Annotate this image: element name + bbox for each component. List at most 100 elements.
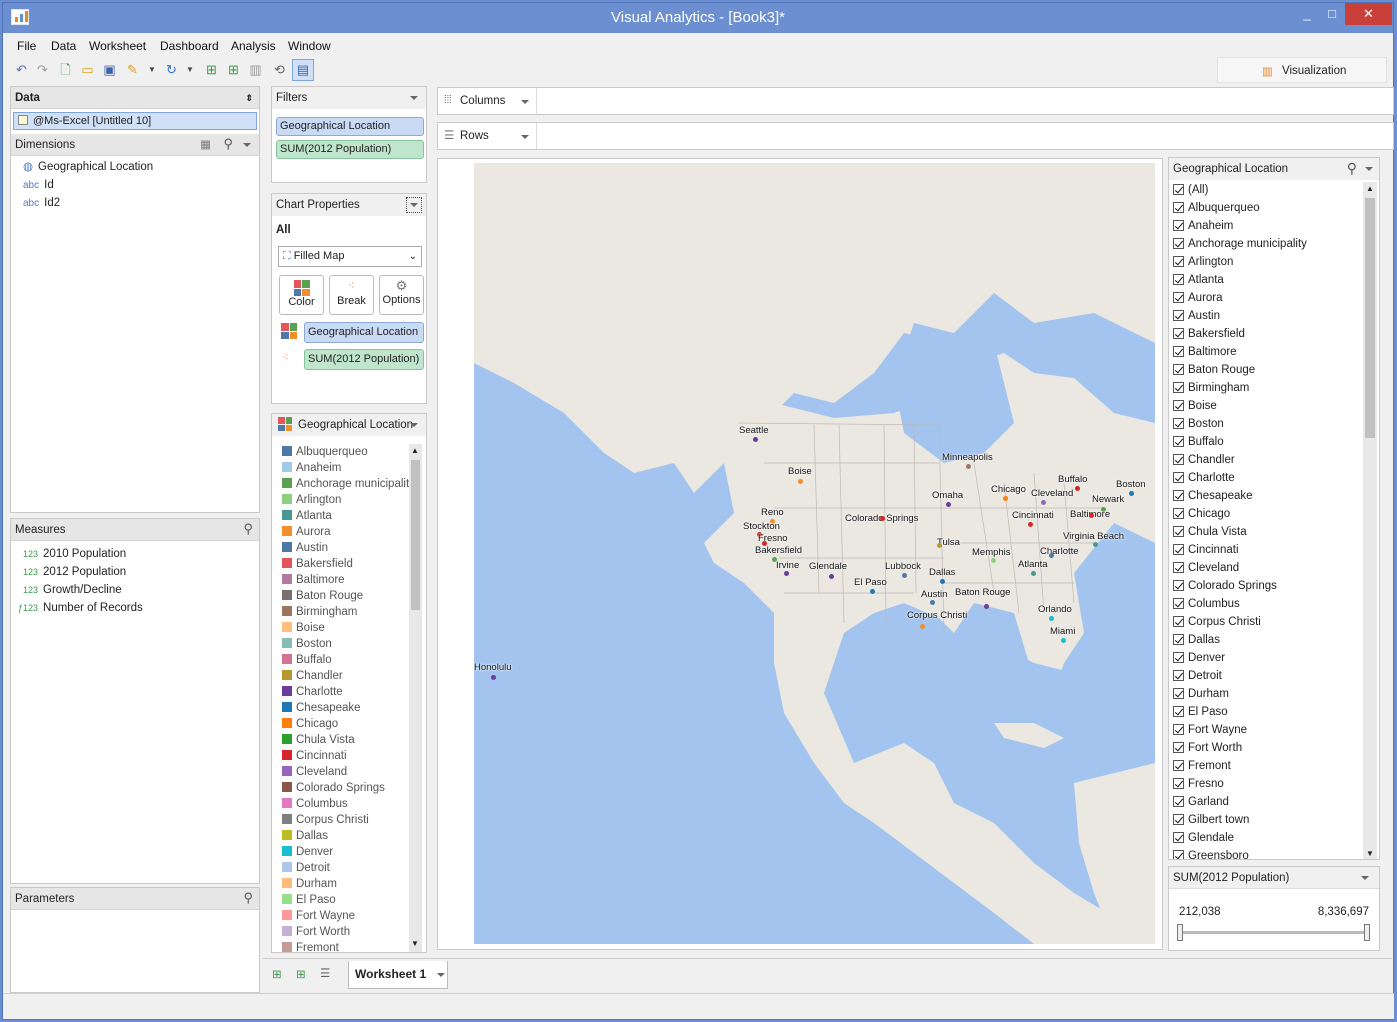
columns-shelf[interactable]: ⦙⦙⦙ Columns <box>437 87 1394 115</box>
filters-dropdown-icon[interactable] <box>410 96 418 100</box>
checkbox-checked-icon[interactable] <box>1173 634 1184 645</box>
filter-checkbox-item[interactable]: Durham <box>1173 685 1229 703</box>
filter-checkbox-item[interactable]: Fort Wayne <box>1173 721 1247 739</box>
show-data-icon[interactable]: ▤ <box>292 59 314 81</box>
filter-checkbox-item[interactable]: Atlanta <box>1173 271 1224 289</box>
menu-data[interactable]: Data <box>51 39 76 53</box>
legend-item[interactable]: Fremont <box>282 940 339 952</box>
tab-worksheet-1[interactable]: Worksheet 1 <box>348 961 448 989</box>
checkbox-checked-icon[interactable] <box>1173 760 1184 771</box>
legend-item[interactable]: Corpus Christi <box>282 812 369 828</box>
measure-item[interactable]: 123 2010 Population <box>23 545 126 563</box>
filter-pill-geo[interactable]: Geographical Location <box>276 117 424 136</box>
legend-item[interactable]: Chandler <box>282 668 343 684</box>
checkbox-checked-icon[interactable] <box>1173 292 1184 303</box>
new-dashboard-icon[interactable]: ⊞ <box>296 967 306 981</box>
checkbox-checked-icon[interactable] <box>1173 598 1184 609</box>
columns-dropdown-icon[interactable] <box>521 100 529 104</box>
geo-filter-scroll-thumb[interactable] <box>1365 198 1375 438</box>
refresh-icon[interactable]: ↻ <box>163 61 180 78</box>
filter-checkbox-item[interactable]: Cleveland <box>1173 559 1239 577</box>
legend-item[interactable]: Charlotte <box>282 684 343 700</box>
filter-checkbox-item[interactable]: Garland <box>1173 793 1229 811</box>
legend-item[interactable]: Boise <box>282 620 325 636</box>
city-marker[interactable] <box>798 479 803 484</box>
open-folder-icon[interactable]: ▭ <box>79 61 96 78</box>
measure-item[interactable]: 123 2012 Population <box>23 563 126 581</box>
checkbox-checked-icon[interactable] <box>1173 814 1184 825</box>
scroll-down-icon[interactable]: ▼ <box>411 939 419 948</box>
filter-checkbox-item[interactable]: Gilbert town <box>1173 811 1249 829</box>
break-button[interactable]: ⁖ Break <box>329 275 374 315</box>
city-marker[interactable] <box>946 502 951 507</box>
city-marker[interactable] <box>1089 513 1094 518</box>
filter-checkbox-item[interactable]: Fresno <box>1173 775 1224 793</box>
filter-checkbox-item[interactable]: Birmingham <box>1173 379 1249 397</box>
legend-scrollbar[interactable]: ▲ ▼ <box>409 444 422 952</box>
checkbox-checked-icon[interactable] <box>1173 688 1184 699</box>
legend-item[interactable]: Chesapeake <box>282 700 361 716</box>
checkbox-checked-icon[interactable] <box>1173 346 1184 357</box>
legend-dropdown-icon[interactable] <box>410 423 418 427</box>
filter-checkbox-item[interactable]: Chandler <box>1173 451 1235 469</box>
checkbox-checked-icon[interactable] <box>1173 256 1184 267</box>
legend-item[interactable]: Fort Wayne <box>282 908 355 924</box>
filter-checkbox-item[interactable]: Chicago <box>1173 505 1230 523</box>
color-button[interactable]: Color <box>279 275 324 315</box>
rows-dropdown-icon[interactable] <box>521 135 529 139</box>
checkbox-checked-icon[interactable] <box>1173 796 1184 807</box>
city-marker[interactable] <box>1075 486 1080 491</box>
filter-checkbox-item[interactable]: Greensboro <box>1173 847 1249 859</box>
menu-analysis[interactable]: Analysis <box>231 39 276 53</box>
wizard-icon[interactable]: ✎ <box>124 61 141 78</box>
tab-dropdown-icon[interactable] <box>437 973 445 977</box>
checkbox-checked-icon[interactable] <box>1173 418 1184 429</box>
checkbox-checked-icon[interactable] <box>1173 454 1184 465</box>
filter-checkbox-item[interactable]: El Paso <box>1173 703 1228 721</box>
filter-checkbox-item[interactable]: Corpus Christi <box>1173 613 1261 631</box>
city-marker[interactable] <box>1061 638 1066 643</box>
legend-item[interactable]: Buffalo <box>282 652 332 668</box>
dimension-item[interactable]: abc Id2 <box>23 194 60 212</box>
table-view-icon[interactable]: ▦ <box>200 134 211 156</box>
city-marker[interactable] <box>920 624 925 629</box>
checkbox-checked-icon[interactable] <box>1173 778 1184 789</box>
legend-item[interactable]: Columbus <box>282 796 348 812</box>
filter-checkbox-item[interactable]: Albuquerqueo <box>1173 199 1260 217</box>
datasource-item[interactable]: @Ms-Excel [Untitled 10] <box>13 112 257 130</box>
city-marker[interactable] <box>829 574 834 579</box>
city-marker[interactable] <box>902 573 907 578</box>
legend-item[interactable]: Cleveland <box>282 764 347 780</box>
new-worksheet-icon[interactable]: ⊞ <box>272 967 282 981</box>
filter-checkbox-item[interactable]: Boise <box>1173 397 1217 415</box>
filter-checkbox-item[interactable]: Columbus <box>1173 595 1240 613</box>
redo-icon[interactable]: ↷ <box>34 61 51 78</box>
measure-item[interactable]: 123 Growth/Decline <box>23 581 122 599</box>
filter-checkbox-item[interactable]: (All) <box>1173 181 1208 199</box>
save-icon[interactable]: ▣ <box>101 61 118 78</box>
city-marker[interactable] <box>1041 500 1046 505</box>
filter-checkbox-item[interactable]: Anaheim <box>1173 217 1233 235</box>
checkbox-checked-icon[interactable] <box>1173 706 1184 717</box>
filter-checkbox-item[interactable]: Buffalo <box>1173 433 1224 451</box>
scroll-down-icon[interactable]: ▼ <box>1366 849 1374 858</box>
chart-icon[interactable]: ▥ <box>247 61 264 78</box>
filter-checkbox-item[interactable]: Cincinnati <box>1173 541 1239 559</box>
city-marker[interactable] <box>1049 553 1054 558</box>
filter-pill-population[interactable]: SUM(2012 Population) <box>276 140 424 159</box>
checkbox-checked-icon[interactable] <box>1173 328 1184 339</box>
search-icon[interactable]: ⚲ <box>223 133 233 155</box>
wizard-dropdown-icon[interactable]: ▼ <box>148 61 156 78</box>
city-marker[interactable] <box>937 543 942 548</box>
color-pill[interactable]: Geographical Location <box>304 322 424 343</box>
filter-checkbox-item[interactable]: Denver <box>1173 649 1225 667</box>
filter-checkbox-item[interactable]: Boston <box>1173 415 1224 433</box>
chart-type-select[interactable]: ⛶ Filled Map ⌄ <box>278 246 422 267</box>
checkbox-checked-icon[interactable] <box>1173 526 1184 537</box>
legend-item[interactable]: Baltimore <box>282 572 345 588</box>
checkbox-checked-icon[interactable] <box>1173 436 1184 447</box>
legend-item[interactable]: Austin <box>282 540 328 556</box>
geo-filter-scrollbar[interactable]: ▲ ▼ <box>1363 182 1377 859</box>
filter-checkbox-item[interactable]: Fremont <box>1173 757 1231 775</box>
search-icon[interactable]: ⚲ <box>1347 158 1357 179</box>
